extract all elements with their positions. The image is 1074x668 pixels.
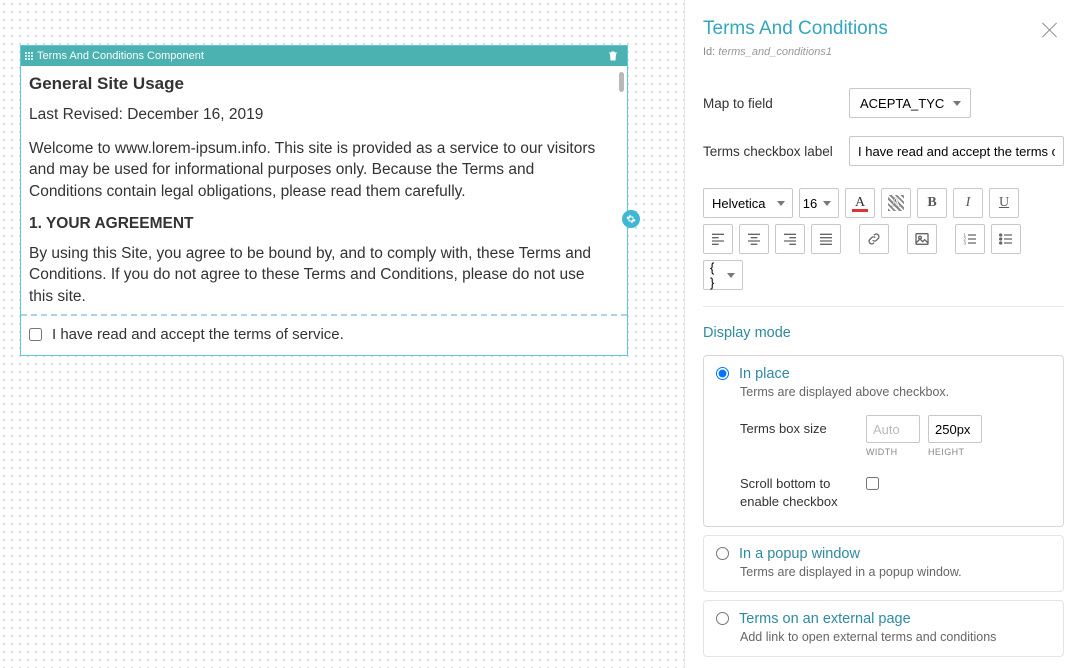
unordered-list-button[interactable] [991, 224, 1021, 254]
component-header-title: Terms And Conditions Component [37, 46, 607, 66]
terms-title: General Site Usage [29, 74, 611, 94]
underline-button[interactable]: U [989, 188, 1019, 218]
terms-height-input[interactable] [928, 415, 982, 443]
highlight-color-button[interactable] [881, 188, 911, 218]
map-to-field-select[interactable]: ACEPTA_TYC [849, 88, 971, 118]
delete-icon[interactable] [607, 50, 619, 62]
bold-button[interactable]: B [917, 188, 947, 218]
ordered-list-button[interactable]: 123 [955, 224, 985, 254]
font-color-button[interactable]: A [845, 188, 875, 218]
display-mode-inplace[interactable]: In place Terms are displayed above check… [703, 355, 1064, 527]
terms-width-input[interactable] [866, 415, 920, 443]
checkbox-label-input[interactable] [849, 136, 1064, 166]
scroll-bottom-label: Scroll bottom to enable checkbox [740, 475, 866, 510]
display-mode-popup[interactable]: In a popup window Terms are displayed in… [703, 535, 1064, 592]
link-button[interactable] [859, 224, 889, 254]
terms-component[interactable]: Terms And Conditions Component General S… [20, 45, 628, 356]
terms-intro: Welcome to www.lorem-ipsum.info. This si… [29, 138, 611, 203]
display-mode-popup-radio[interactable] [716, 547, 729, 560]
align-right-button[interactable] [775, 224, 805, 254]
svg-text:3: 3 [963, 240, 966, 245]
terms-box-size-row: Terms box size WIDTH HEIGHT [740, 415, 1049, 457]
align-left-button[interactable] [703, 224, 733, 254]
italic-button[interactable]: I [953, 188, 983, 218]
terms-checkbox-row: I have read and accept the terms of serv… [21, 316, 627, 355]
display-mode-inplace-radio[interactable] [716, 367, 729, 380]
insert-variable-button[interactable]: { } [703, 260, 743, 290]
terms-section-body: By using this Site, you agree to be boun… [29, 243, 611, 308]
terms-text-box[interactable]: General Site Usage Last Revised: Decembe… [21, 66, 627, 314]
display-mode-external-desc: Add link to open external terms and cond… [740, 630, 1049, 644]
gear-icon [626, 214, 636, 224]
map-to-field-label: Map to field [703, 96, 849, 111]
scroll-bottom-checkbox[interactable] [866, 477, 879, 490]
width-caption: WIDTH [866, 447, 898, 457]
scrollbar-thumb[interactable] [619, 72, 624, 92]
terms-revised: Last Revised: December 16, 2019 [29, 104, 611, 126]
panel-title: Terms And Conditions [703, 18, 1064, 40]
height-caption: HEIGHT [928, 447, 964, 457]
align-center-button[interactable] [739, 224, 769, 254]
terms-section-heading: 1. YOUR AGREEMENT [29, 215, 611, 233]
display-mode-inplace-desc: Terms are displayed above checkbox. [740, 385, 1049, 399]
font-size-select[interactable]: 16 [799, 188, 839, 218]
separator [703, 306, 1064, 307]
component-settings-button[interactable] [622, 210, 640, 228]
terms-accept-checkbox[interactable] [29, 328, 42, 341]
display-mode-external-radio[interactable] [716, 612, 729, 625]
drag-handle-icon[interactable] [25, 52, 33, 60]
properties-panel: Terms And Conditions Id: terms_and_condi… [684, 0, 1074, 668]
image-button[interactable] [907, 224, 937, 254]
terms-accept-label: I have read and accept the terms of serv… [52, 326, 344, 343]
design-canvas[interactable]: Terms And Conditions Component General S… [0, 0, 684, 668]
display-mode-heading: Display mode [703, 325, 1064, 341]
close-panel-button[interactable] [1040, 20, 1060, 40]
component-id: Id: terms_and_conditions1 [703, 46, 1064, 58]
component-header[interactable]: Terms And Conditions Component [21, 46, 627, 66]
display-mode-popup-desc: Terms are displayed in a popup window. [740, 565, 1049, 579]
display-mode-external[interactable]: Terms on an external page Add link to op… [703, 600, 1064, 657]
align-justify-button[interactable] [811, 224, 841, 254]
font-family-select[interactable]: Helvetica [703, 188, 793, 218]
checkbox-label-label: Terms checkbox label [703, 144, 849, 159]
rich-text-toolbar: Helvetica 16 A B I U 123 { } [703, 188, 1064, 290]
